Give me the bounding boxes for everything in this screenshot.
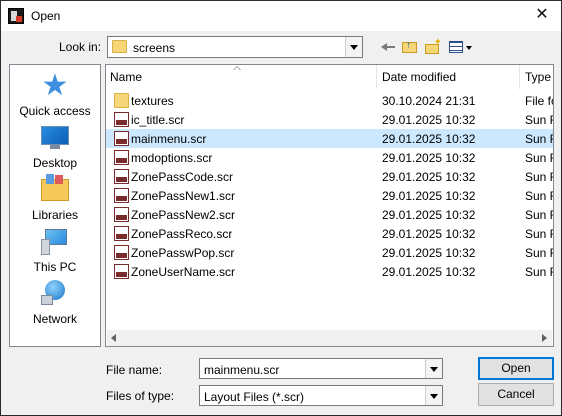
file-name-cell: ZonePasswPop.scr (131, 246, 235, 260)
file-name-cell: textures (131, 94, 174, 108)
scr-file-icon (114, 207, 129, 222)
file-row[interactable]: ZonePassReco.scr 29.01.2025 10:32 Sun R (106, 224, 553, 243)
this-pc-icon (39, 227, 71, 257)
place-quick-access[interactable]: ★ Quick access (10, 69, 100, 119)
file-date-cell: 29.01.2025 10:32 (382, 227, 476, 241)
file-row[interactable]: ZonePassNew2.scr 29.01.2025 10:32 Sun R (106, 205, 553, 224)
file-name-cell: ZonePassCode.scr (131, 170, 234, 184)
file-name-cell: ZoneUserName.scr (131, 265, 236, 279)
view-menu-icon[interactable] (448, 38, 474, 56)
close-icon[interactable]: ✕ (533, 6, 551, 24)
place-label: Desktop (32, 156, 78, 170)
file-type-cell: Sun R (525, 132, 553, 146)
file-name-field[interactable]: mainmenu.scr (199, 358, 443, 379)
column-header-date[interactable]: Date modified (378, 65, 520, 89)
open-dialog: Open ✕ Look in: screens ✦ ★ Quick access… (0, 0, 562, 416)
title-bar: Open ✕ (1, 1, 561, 31)
file-row[interactable]: mainmenu.scr 29.01.2025 10:32 Sun R (106, 129, 553, 148)
file-type-cell: Sun R (525, 265, 553, 279)
chevron-down-icon[interactable] (425, 359, 442, 378)
file-type-cell: Sun R (525, 246, 553, 260)
place-desktop[interactable]: Desktop (10, 123, 100, 170)
file-date-cell: 29.01.2025 10:32 (382, 151, 476, 165)
place-label: Libraries (31, 208, 79, 222)
place-network[interactable]: Network (10, 279, 100, 326)
scr-file-icon (114, 264, 129, 279)
file-list[interactable]: Name Date modified Type textures 30.10.20… (105, 64, 554, 347)
libraries-icon (39, 174, 71, 205)
up-folder-icon[interactable] (401, 38, 419, 56)
file-type-value: Layout Files (*.scr) (204, 390, 305, 404)
file-name-cell: mainmenu.scr (131, 132, 207, 146)
open-button[interactable]: Open (478, 357, 554, 380)
file-name-cell: ic_title.scr (131, 113, 185, 127)
file-name-label: File name: (106, 363, 163, 377)
file-date-cell: 30.10.2024 21:31 (382, 94, 476, 108)
file-date-cell: 29.01.2025 10:32 (382, 170, 476, 184)
place-libraries[interactable]: Libraries (10, 174, 100, 222)
file-type-cell: Sun R (525, 151, 553, 165)
scr-file-icon (114, 245, 129, 260)
scr-file-icon (114, 226, 129, 241)
scr-file-icon (114, 169, 129, 184)
back-arrow-icon[interactable] (380, 38, 398, 56)
sort-up-icon (233, 66, 241, 72)
folder-icon (114, 93, 129, 108)
file-name-cell: modoptions.scr (131, 151, 213, 165)
folder-icon (112, 40, 127, 53)
scr-file-icon (114, 131, 129, 146)
file-name-cell: ZonePassNew1.scr (131, 189, 236, 203)
scroll-right-icon[interactable] (542, 334, 547, 342)
look-in-dropdown[interactable]: screens (107, 36, 363, 58)
chevron-down-icon[interactable] (345, 37, 362, 57)
file-row[interactable]: textures 30.10.2024 21:31 File fo (106, 91, 553, 110)
horizontal-scrollbar[interactable] (107, 330, 552, 346)
scroll-left-icon[interactable] (111, 334, 116, 342)
network-icon (39, 279, 71, 309)
file-type-cell: Sun R (525, 113, 553, 127)
place-label: Network (32, 312, 77, 326)
file-name-cell: ZonePassReco.scr (131, 227, 233, 241)
file-type-cell: Sun R (525, 227, 553, 241)
scr-file-icon (114, 112, 129, 127)
file-type-label: Files of type: (106, 389, 175, 403)
file-date-cell: 29.01.2025 10:32 (382, 208, 476, 222)
file-type-cell: Sun R (525, 208, 553, 222)
file-row[interactable]: modoptions.scr 29.01.2025 10:32 Sun R (106, 148, 553, 167)
column-header-type[interactable]: Type (521, 65, 553, 89)
file-date-cell: 29.01.2025 10:32 (382, 265, 476, 279)
cancel-button[interactable]: Cancel (478, 383, 554, 406)
chevron-down-icon[interactable] (425, 386, 442, 405)
file-date-cell: 29.01.2025 10:32 (382, 246, 476, 260)
file-row[interactable]: ic_title.scr 29.01.2025 10:32 Sun R (106, 110, 553, 129)
look-in-label: Look in: (59, 40, 102, 54)
app-icon (8, 8, 24, 24)
scr-file-icon (114, 150, 129, 165)
file-type-cell: Sun R (525, 189, 553, 203)
quick-access-star-icon: ★ (41, 69, 69, 102)
file-date-cell: 29.01.2025 10:32 (382, 132, 476, 146)
place-label: Quick access (19, 104, 91, 118)
file-name-value: mainmenu.scr (204, 363, 280, 377)
column-header-name[interactable]: Name (106, 65, 377, 89)
look-in-value: screens (133, 41, 176, 55)
window-title: Open (31, 9, 61, 23)
file-date-cell: 29.01.2025 10:32 (382, 189, 476, 203)
file-type-dropdown[interactable]: Layout Files (*.scr) (199, 385, 443, 406)
places-bar: ★ Quick access Desktop Libraries This PC… (9, 64, 101, 347)
scr-file-icon (114, 188, 129, 203)
file-row[interactable]: ZonePasswPop.scr 29.01.2025 10:32 Sun R (106, 243, 553, 262)
place-this-pc[interactable]: This PC (10, 227, 100, 274)
file-row[interactable]: ZonePassNew1.scr 29.01.2025 10:32 Sun R (106, 186, 553, 205)
file-row[interactable]: ZoneUserName.scr 29.01.2025 10:32 Sun R (106, 262, 553, 281)
file-date-cell: 29.01.2025 10:32 (382, 113, 476, 127)
file-type-cell: File fo (525, 94, 553, 108)
file-row[interactable]: ZonePassCode.scr 29.01.2025 10:32 Sun R (106, 167, 553, 186)
new-folder-icon[interactable]: ✦ (424, 38, 442, 56)
desktop-icon (39, 123, 71, 153)
file-name-cell: ZonePassNew2.scr (131, 208, 236, 222)
file-type-cell: Sun R (525, 170, 553, 184)
place-label: This PC (33, 260, 77, 274)
